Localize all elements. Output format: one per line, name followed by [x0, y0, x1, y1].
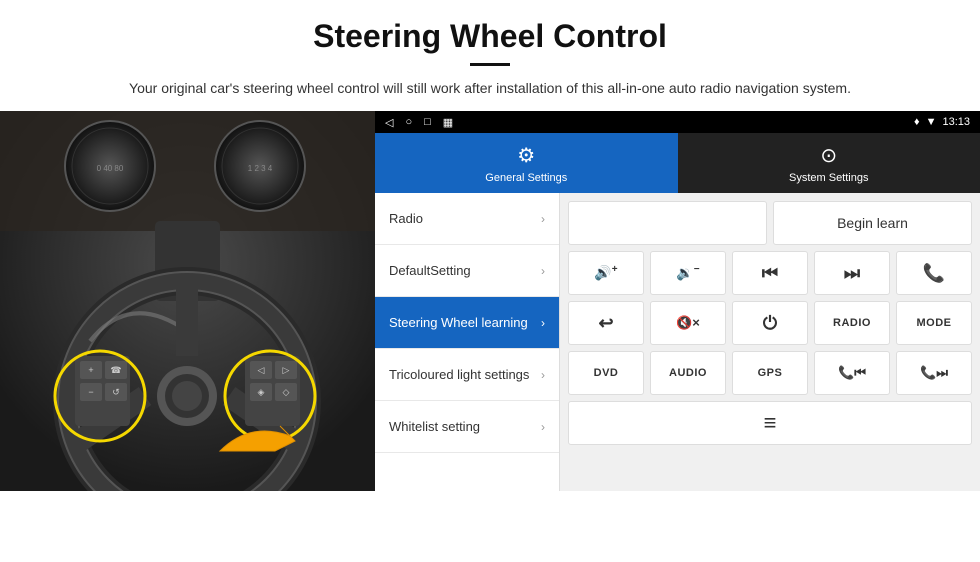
empty-placeholder-box: [568, 201, 767, 245]
wifi-icon: ▼: [926, 116, 937, 128]
list-icon: ≡: [764, 410, 777, 436]
device-section: ◁ ○ □ ▦ ♦ ▼ 13:13 ⚙ General Settings: [375, 111, 980, 491]
power-icon: ⏻: [763, 313, 777, 334]
chevron-icon-default: ›: [541, 264, 545, 278]
control-panel: Begin learn 🔊+ 🔉− ⏮: [560, 193, 980, 491]
vol-down-button[interactable]: 🔉−: [650, 251, 726, 295]
svg-text:◇: ◇: [283, 387, 290, 397]
svg-text:+: +: [88, 365, 93, 375]
tab-general-label: General Settings: [485, 172, 567, 184]
hang-up-icon: ↩: [598, 313, 613, 334]
menu-item-radio[interactable]: Radio ›: [375, 193, 559, 245]
home-icon[interactable]: ○: [405, 116, 412, 128]
status-bar: ◁ ○ □ ▦ ♦ ▼ 13:13: [375, 111, 980, 133]
vol-up-button[interactable]: 🔊+: [568, 251, 644, 295]
control-row-1: 🔊+ 🔉− ⏮ ⏭ 📞: [568, 251, 972, 295]
svg-text:0 40 80: 0 40 80: [97, 164, 124, 173]
svg-text:◈: ◈: [258, 387, 265, 397]
menu-list: Radio › DefaultSetting › Steering Wheel …: [375, 193, 560, 491]
phone-icon: 📞: [923, 263, 945, 284]
tab-bar: ⚙ General Settings ⊙ System Settings: [375, 133, 980, 193]
header-section: Steering Wheel Control Your original car…: [0, 0, 980, 111]
car-svg: 0 40 80 1 2 3 4: [0, 111, 375, 491]
radio-label: RADIO: [833, 317, 871, 329]
prev-track-icon: ⏮: [762, 263, 778, 284]
mode-label: MODE: [917, 317, 952, 329]
car-image-section: 0 40 80 1 2 3 4: [0, 111, 375, 491]
recents-icon[interactable]: □: [424, 116, 431, 128]
control-row-4: ≡: [568, 401, 972, 445]
tel-prev-button[interactable]: 📞⏮: [814, 351, 890, 395]
menu-steering-label: Steering Wheel learning: [389, 315, 541, 330]
chevron-icon-steering: ›: [541, 316, 545, 330]
menu-item-tricoloured[interactable]: Tricoloured light settings ›: [375, 349, 559, 401]
power-button[interactable]: ⏻: [732, 301, 808, 345]
begin-learn-row: Begin learn: [568, 201, 972, 245]
status-bar-left: ◁ ○ □ ▦: [385, 116, 453, 129]
menu-item-steering[interactable]: Steering Wheel learning ›: [375, 297, 559, 349]
back-icon[interactable]: ◁: [385, 116, 393, 129]
begin-learn-button[interactable]: Begin learn: [773, 201, 972, 245]
menu-default-label: DefaultSetting: [389, 263, 541, 278]
list-icon-button[interactable]: ≡: [568, 401, 972, 445]
tel-next-icon: 📞⏭: [920, 365, 948, 381]
chevron-icon-whitelist: ›: [541, 420, 545, 434]
svg-text:◁: ◁: [258, 365, 265, 375]
menu-item-default[interactable]: DefaultSetting ›: [375, 245, 559, 297]
tel-prev-icon: 📞⏮: [838, 365, 866, 381]
tab-system[interactable]: ⊙ System Settings: [678, 133, 980, 193]
steering-wheel-photo: 0 40 80 1 2 3 4: [0, 111, 375, 491]
mute-button[interactable]: 🔇×: [650, 301, 726, 345]
menu-tricoloured-label: Tricoloured light settings: [389, 367, 541, 382]
gps-button[interactable]: GPS: [732, 351, 808, 395]
svg-text:↺: ↺: [112, 387, 120, 397]
status-bar-right: ♦ ▼ 13:13: [914, 116, 970, 128]
system-settings-icon: ⊙: [820, 143, 837, 168]
dvd-button[interactable]: DVD: [568, 351, 644, 395]
menu-whitelist-label: Whitelist setting: [389, 419, 541, 434]
svg-text:1 2 3 4: 1 2 3 4: [248, 164, 273, 173]
menu-radio-label: Radio: [389, 211, 541, 226]
chevron-icon-radio: ›: [541, 212, 545, 226]
page-container: Steering Wheel Control Your original car…: [0, 0, 980, 491]
gps-label: GPS: [758, 367, 783, 379]
header-subtitle: Your original car's steering wheel contr…: [60, 78, 920, 99]
next-track-button[interactable]: ⏭: [814, 251, 890, 295]
control-row-2: ↩ 🔇× ⏻ RADIO MODE: [568, 301, 972, 345]
time-display: 13:13: [942, 116, 970, 128]
next-track-icon: ⏭: [844, 263, 860, 284]
screenshot-icon[interactable]: ▦: [443, 116, 453, 129]
chevron-icon-tricoloured: ›: [541, 368, 545, 382]
mute-icon: 🔇×: [676, 315, 700, 331]
header-divider: [470, 63, 510, 66]
phone-button[interactable]: 📞: [896, 251, 972, 295]
menu-item-whitelist[interactable]: Whitelist setting ›: [375, 401, 559, 453]
prev-track-button[interactable]: ⏮: [732, 251, 808, 295]
vol-down-icon: 🔉−: [676, 264, 699, 282]
svg-text:▷: ▷: [283, 365, 290, 375]
vol-up-icon: 🔊+: [594, 264, 617, 282]
location-icon: ♦: [914, 116, 920, 128]
content-area: Radio › DefaultSetting › Steering Wheel …: [375, 193, 980, 491]
dvd-label: DVD: [594, 367, 619, 379]
svg-text:−: −: [88, 387, 93, 397]
audio-label: AUDIO: [669, 367, 707, 379]
general-settings-icon: ⚙: [517, 143, 535, 168]
tel-next-button[interactable]: 📞⏭: [896, 351, 972, 395]
mode-button[interactable]: MODE: [896, 301, 972, 345]
tab-general[interactable]: ⚙ General Settings: [375, 133, 678, 193]
main-content: 0 40 80 1 2 3 4: [0, 111, 980, 491]
tab-system-label: System Settings: [789, 172, 868, 184]
radio-button[interactable]: RADIO: [814, 301, 890, 345]
svg-text:☎: ☎: [110, 365, 121, 375]
page-title: Steering Wheel Control: [60, 18, 920, 55]
control-row-3: DVD AUDIO GPS 📞⏮ 📞⏭: [568, 351, 972, 395]
audio-button[interactable]: AUDIO: [650, 351, 726, 395]
hang-up-button[interactable]: ↩: [568, 301, 644, 345]
